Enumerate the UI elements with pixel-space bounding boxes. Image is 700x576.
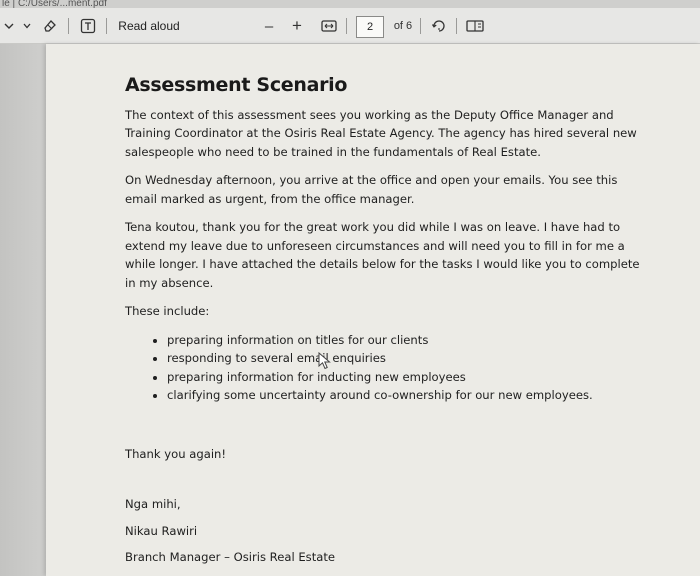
list-item: clarifying some uncertainty around co-ow… — [167, 386, 645, 405]
minus-icon: – — [264, 17, 274, 35]
fit-page-icon — [321, 20, 337, 32]
top-title-strip: le | C:/Users/...ment.pdf — [0, 0, 700, 8]
text-select-icon[interactable] — [76, 8, 100, 44]
signer-name: Nikau Rawiri — [125, 523, 198, 538]
page-title: Assessment Scenario — [125, 74, 348, 96]
page-content: Assessment Scenario The context of this … — [125, 76, 645, 575]
context-paragraph: The context of this assessment sees you … — [125, 107, 637, 159]
scenario-paragraph: On Wednesday afternoon, you arrive at th… — [125, 173, 618, 206]
tasks-intro: These include: — [125, 304, 210, 318]
pdf-page: Assessment Scenario The context of this … — [46, 44, 700, 576]
signer-title: Branch Manager – Osiris Real Estate — [125, 550, 336, 564]
read-aloud-button[interactable]: Read aloud — [114, 8, 184, 44]
page-count-label: of 6 — [393, 20, 413, 32]
current-page-value: 2 — [366, 21, 374, 33]
task-list: preparing information on titles for our … — [125, 331, 645, 405]
plus-icon: + — [292, 16, 302, 35]
email-body-paragraph: Tena koutou, thank you for the great wor… — [125, 220, 640, 290]
rotate-icon — [431, 20, 445, 32]
list-item: responding to several email enquiries — [167, 349, 645, 368]
two-page-view-icon — [466, 20, 484, 32]
mouse-pointer-icon — [318, 352, 331, 370]
dropdown-chevron-icon[interactable] — [20, 8, 34, 44]
list-item: preparing information on titles for our … — [167, 331, 645, 350]
list-item: preparing information for inducting new … — [167, 368, 645, 387]
zoom-out-button[interactable]: – — [258, 8, 280, 44]
pdf-toolbar: Read aloud – + 2 of 6 — [0, 8, 700, 44]
zoom-in-button[interactable]: + — [286, 8, 308, 44]
read-aloud-label: Read aloud — [118, 19, 180, 33]
eraser-icon[interactable] — [38, 8, 62, 44]
rotate-button[interactable] — [428, 8, 450, 44]
thanks-line: Thank you again! — [125, 446, 227, 461]
chevron-down-icon[interactable] — [0, 8, 18, 44]
page-view-button[interactable] — [462, 8, 488, 44]
fit-page-button[interactable] — [318, 8, 340, 44]
page-number-input[interactable]: 2 — [356, 16, 384, 38]
viewer-margin — [0, 44, 46, 576]
signature-block: Nga mihi, Nikau Rawiri Branch Manager – … — [125, 495, 645, 567]
signoff-line: Nga mihi, — [125, 497, 181, 511]
window-title-fragment: le | C:/Users/...ment.pdf — [2, 0, 107, 8]
